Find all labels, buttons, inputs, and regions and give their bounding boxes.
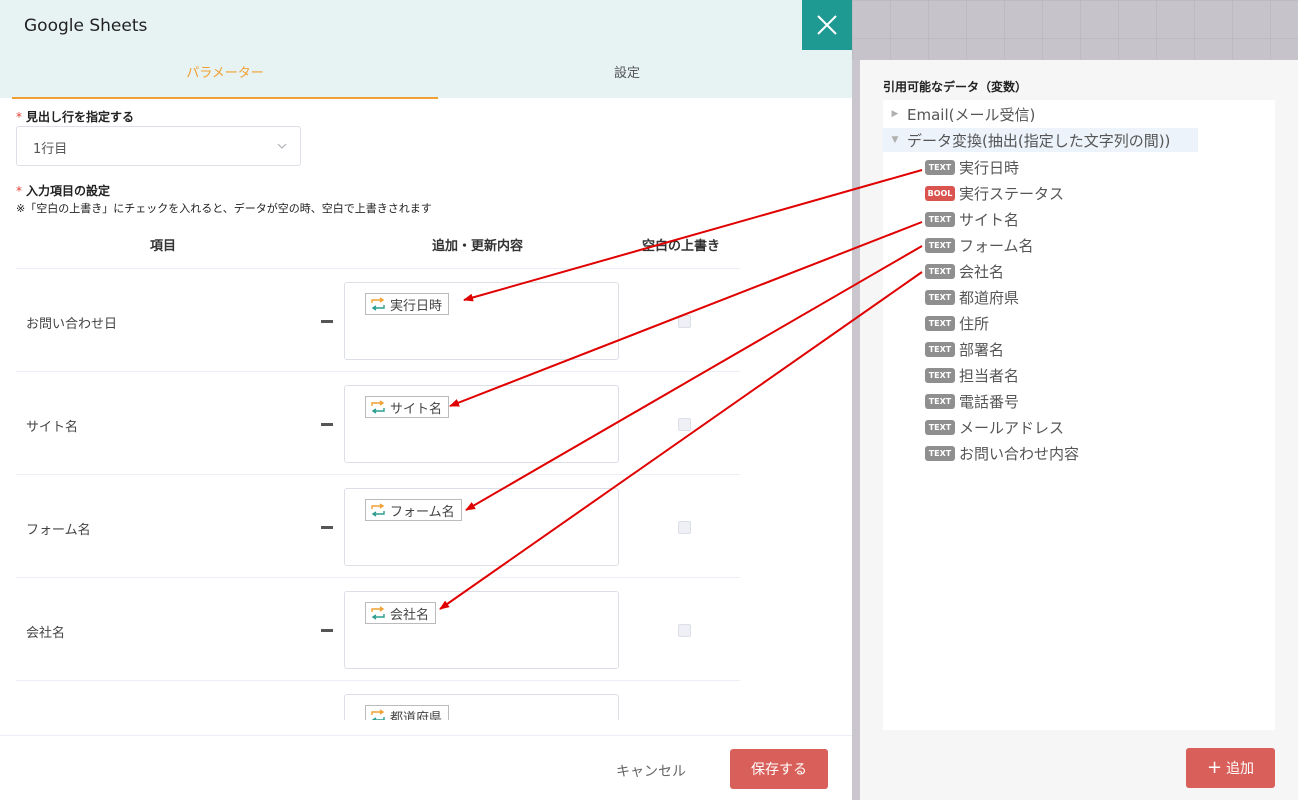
variable-item[interactable]: TEXT 部署名 — [925, 338, 1004, 360]
variable-item[interactable]: TEXT 実行日時 — [925, 156, 1019, 178]
table-row: 会社名 会社名 — [16, 578, 740, 681]
variable-item[interactable]: TEXT 電話番号 — [925, 390, 1019, 412]
caret-right-icon[interactable]: ▶ — [883, 109, 907, 119]
variable-swap-icon — [371, 709, 385, 720]
table-row: お問い合わせ日 実行日時 — [16, 269, 740, 372]
type-badge: TEXT — [925, 237, 955, 253]
header-row-select[interactable]: 1行目 — [16, 126, 301, 166]
variable-swap-icon — [371, 503, 385, 517]
variable-swap-icon — [371, 606, 385, 620]
required-mark: * — [16, 184, 22, 198]
tree-node-email[interactable]: ▶ Email(メール受信) — [883, 102, 1036, 126]
variable-item[interactable]: TEXT 都道府県 — [925, 286, 1019, 308]
overwrite-note: ※「空白の上書き」にチェックを入れると、データが空の時、空白で上書きされます — [16, 202, 432, 215]
variable-tag[interactable]: 会社名 — [365, 602, 437, 624]
background-canvas — [852, 0, 1298, 60]
item-name: サイト名 — [26, 420, 79, 435]
variable-tag[interactable]: サイト名 — [365, 396, 450, 418]
tree-node-data-transform[interactable]: ▼ データ変換(抽出(指定した文字列の間)) — [883, 128, 1198, 152]
tab-settings[interactable]: 設定 — [414, 62, 840, 81]
caret-down-icon[interactable]: ▼ — [883, 135, 907, 145]
variable-swap-icon — [371, 400, 385, 414]
item-name: 会社名 — [26, 626, 66, 641]
type-badge: TEXT — [925, 211, 955, 227]
content-field[interactable]: 都道府県 — [344, 694, 619, 720]
variable-item[interactable]: TEXT 会社名 — [925, 260, 1004, 282]
variable-item[interactable]: TEXT 担当者名 — [925, 364, 1019, 386]
column-header-item: 項目 — [150, 239, 177, 254]
add-variable-button[interactable]: + 追加 — [1186, 748, 1275, 788]
variable-tag[interactable]: フォーム名 — [365, 499, 462, 521]
item-name: お問い合わせ日 — [26, 317, 118, 332]
overwrite-blank-checkbox[interactable] — [678, 624, 691, 637]
type-badge: TEXT — [925, 289, 955, 305]
overwrite-blank-checkbox[interactable] — [678, 315, 691, 328]
content-field[interactable]: 会社名 — [344, 591, 619, 669]
close-button[interactable] — [802, 0, 852, 50]
remove-row-button[interactable] — [321, 423, 333, 426]
remove-row-button[interactable] — [321, 526, 333, 529]
table-row: フォーム名 フォーム名 — [16, 475, 740, 578]
type-badge: TEXT — [925, 263, 955, 279]
content-field[interactable]: フォーム名 — [344, 488, 619, 566]
cancel-button[interactable]: キャンセル — [616, 761, 686, 781]
variables-panel-title: 引用可能なデータ（変数） — [883, 80, 1028, 94]
content-field[interactable]: 実行日時 — [344, 282, 619, 360]
modal-footer: キャンセル 保存する — [0, 735, 852, 800]
type-badge: TEXT — [925, 367, 955, 383]
required-mark: * — [16, 110, 22, 124]
table-row: サイト名 サイト名 — [16, 372, 740, 475]
remove-row-button[interactable] — [321, 629, 333, 632]
save-button[interactable]: 保存する — [730, 749, 828, 789]
type-badge: TEXT — [925, 159, 955, 175]
type-badge: TEXT — [925, 341, 955, 357]
chevron-down-icon — [277, 143, 287, 149]
variable-item[interactable]: BOOL 実行ステータス — [925, 182, 1064, 204]
header-row-label: * 見出し行を指定する — [16, 110, 135, 124]
tab-parameters[interactable]: パラメーター — [12, 62, 438, 99]
modal-header: Google Sheets パラメーター 設定 — [0, 0, 852, 99]
variable-swap-icon — [371, 297, 385, 311]
header-row-selected-value: 1行目 — [33, 142, 68, 157]
type-badge: TEXT — [925, 419, 955, 435]
overwrite-blank-checkbox[interactable] — [678, 521, 691, 534]
variable-item[interactable]: TEXT お問い合わせ内容 — [925, 442, 1079, 464]
remove-row-button[interactable] — [321, 320, 333, 323]
variable-item[interactable]: TEXT サイト名 — [925, 208, 1019, 230]
item-name: フォーム名 — [26, 523, 91, 538]
column-header-overwrite: 空白の上書き — [642, 239, 721, 254]
close-icon — [817, 15, 837, 35]
variable-item[interactable]: TEXT メールアドレス — [925, 416, 1064, 438]
type-badge: BOOL — [925, 185, 955, 201]
column-header-content: 追加・更新内容 — [432, 239, 524, 254]
variables-tree: ▶ Email(メール受信) ▼ データ変換(抽出(指定した文字列の間)) TE… — [883, 100, 1275, 730]
variable-tag[interactable]: 実行日時 — [365, 293, 450, 315]
variable-item[interactable]: TEXT 住所 — [925, 312, 989, 334]
type-badge: TEXT — [925, 315, 955, 331]
overwrite-blank-checkbox[interactable] — [678, 418, 691, 431]
plus-icon: + — [1206, 757, 1223, 778]
modal-title: Google Sheets — [24, 16, 148, 36]
content-field[interactable]: サイト名 — [344, 385, 619, 463]
type-badge: TEXT — [925, 445, 955, 461]
type-badge: TEXT — [925, 393, 955, 409]
input-items-label: * 入力項目の設定 — [16, 184, 111, 198]
variable-tag[interactable]: 都道府県 — [365, 705, 450, 720]
variables-panel: 引用可能なデータ（変数） ▶ Email(メール受信) ▼ データ変換(抽出(指… — [860, 60, 1298, 800]
variable-item[interactable]: TEXT フォーム名 — [925, 234, 1034, 256]
table-row: 都道府県 — [16, 681, 740, 720]
google-sheets-modal: Google Sheets パラメーター 設定 * 見出し行を指定する 1行目 *… — [0, 0, 852, 800]
input-items-table: お問い合わせ日 実行日時 サイト名 サイト名 フォーム名 フォーム名 会社名 会… — [16, 268, 740, 720]
